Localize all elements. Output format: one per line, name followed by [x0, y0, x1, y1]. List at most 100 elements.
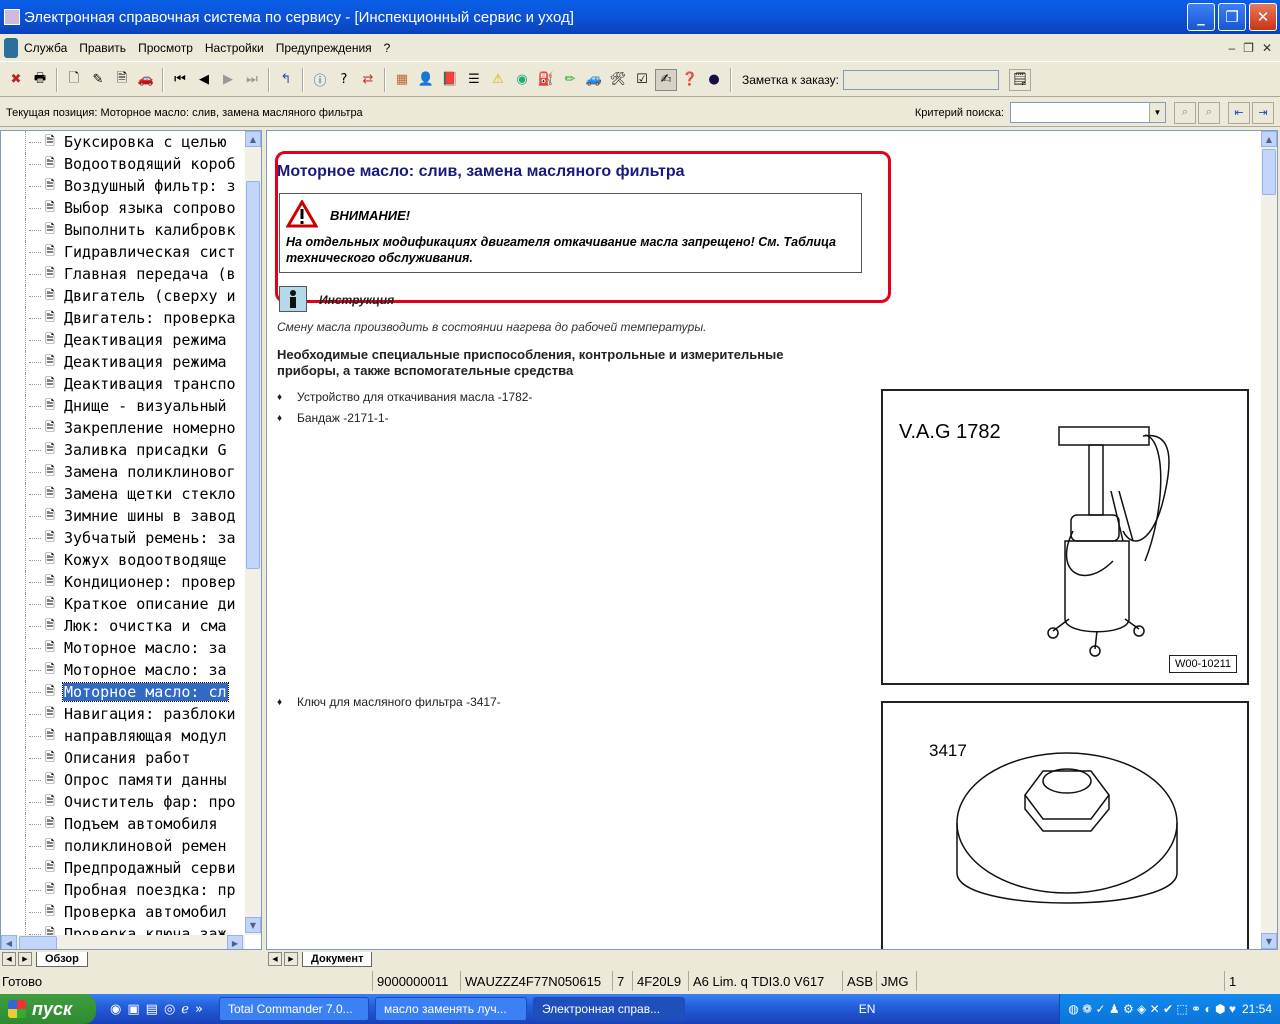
tree-item[interactable]: 🗎 Гидравлическая сист [1, 241, 245, 263]
checklist-icon[interactable]: ☑ [631, 69, 653, 91]
search-back-icon[interactable]: ⌕ [1198, 101, 1220, 124]
new-doc-icon[interactable]: 🗋 [63, 69, 85, 91]
book-icon[interactable]: 📕 [439, 69, 461, 91]
tree-item[interactable]: 🗎 Предпродажный серви [1, 857, 245, 879]
tab-prev-icon[interactable]: ◀ [2, 952, 16, 966]
tree-item[interactable]: 🗎 Кожух водоотводяще [1, 549, 245, 571]
tree-item[interactable]: 🗎 Зубчатый ремень: за [1, 527, 245, 549]
car-icon[interactable]: 🚗 [135, 69, 157, 91]
question-doc-icon[interactable]: ❓ [679, 69, 701, 91]
tree-item[interactable]: 🗎 Краткое описание ди [1, 593, 245, 615]
swap-icon[interactable]: ⇄ [357, 69, 379, 91]
tree-item[interactable]: 🗎 Днище - визуальный [1, 395, 245, 417]
info-icon[interactable]: ⓘ [309, 69, 331, 91]
last-icon[interactable]: ⏭ [241, 69, 263, 91]
warning-icon[interactable]: ⚠ [487, 69, 509, 91]
tab-prev-icon[interactable]: ◀ [268, 952, 282, 966]
tree-item[interactable]: 🗎 Навигация: разблоки [1, 703, 245, 725]
scroll-down-icon[interactable]: ▼ [1261, 933, 1277, 949]
pen-icon[interactable]: ✏ [559, 69, 581, 91]
brand-icon[interactable]: ● [703, 69, 725, 91]
up-level-icon[interactable]: ↰ [275, 69, 297, 91]
quick-launch-more-icon[interactable]: » [195, 1002, 203, 1017]
quick-launch-browser-icon[interactable]: ◎ [164, 1002, 175, 1017]
notes-icon[interactable]: 🗎 [111, 69, 133, 91]
menu-help[interactable]: ? [378, 41, 397, 55]
tab-overview[interactable]: Обзор [36, 951, 88, 967]
tree-item[interactable]: 🗎 Деактивация режима [1, 351, 245, 373]
globe-icon[interactable]: ◉ [511, 69, 533, 91]
mdi-restore-icon[interactable]: ❐ [1243, 41, 1254, 55]
scroll-right-icon[interactable]: ▶ [227, 935, 243, 949]
service-car-icon[interactable]: 🛠 [607, 69, 629, 91]
search-forward-icon[interactable]: ⌕ [1174, 101, 1196, 124]
close-button[interactable]: ✕ [1249, 3, 1277, 31]
search-combo[interactable]: ▼ [1010, 102, 1166, 123]
vehicle-icon[interactable]: 🚙 [583, 69, 605, 91]
tree-item[interactable]: 🗎 Очиститель фар: про [1, 791, 245, 813]
tree-item[interactable]: 🗎 Описания работ [1, 747, 245, 769]
chevron-down-icon[interactable]: ▼ [1149, 103, 1165, 122]
menu-service[interactable]: Служба [18, 41, 73, 55]
tab-next-icon[interactable]: ▶ [284, 952, 298, 966]
tree-item[interactable]: 🗎 Опрос памяти данны [1, 769, 245, 791]
minimize-button[interactable]: _ [1187, 3, 1215, 31]
quick-launch-skype-icon[interactable]: ◉ [110, 1002, 121, 1017]
start-button[interactable]: пуск [0, 994, 96, 1024]
tree-item[interactable]: 🗎 Главная передача (в [1, 263, 245, 285]
tree-item[interactable]: 🗎 поликлиновой ремен [1, 835, 245, 857]
tree-item[interactable]: 🗎 Замена поликлиновог [1, 461, 245, 483]
expand-icon[interactable]: ⇥ [1252, 101, 1274, 124]
tree-item[interactable]: 🗎 Моторное масло: за [1, 637, 245, 659]
collapse-icon[interactable]: ⇤ [1228, 101, 1250, 124]
tree-item[interactable]: 🗎 Подъем автомобиля [1, 813, 245, 835]
quick-launch-app-icon[interactable]: ▤ [146, 1002, 158, 1017]
tree-item[interactable]: 🗎 Буксировка с целью [1, 131, 245, 153]
prev-icon[interactable]: ◀ [193, 69, 215, 91]
tree-item[interactable]: 🗎 Люк: очистка и сма [1, 615, 245, 637]
inspection-icon[interactable]: ✍ [655, 68, 677, 91]
scroll-up-icon[interactable]: ▲ [1261, 131, 1277, 147]
tab-document[interactable]: Документ [302, 951, 373, 967]
scroll-thumb[interactable] [1262, 149, 1276, 195]
exit-icon[interactable]: ✖ [5, 69, 27, 91]
tree-item[interactable]: 🗎 направляющая модул [1, 725, 245, 747]
tree-scrollbar[interactable]: ▲ ▼ [245, 131, 261, 935]
tree-item[interactable]: 🗎 Кондиционер: провер [1, 571, 245, 593]
scroll-down-icon[interactable]: ▼ [245, 917, 261, 933]
note-field[interactable] [842, 69, 999, 90]
menu-warnings[interactable]: Предупреждения [270, 41, 378, 55]
language-indicator[interactable]: EN [859, 1002, 876, 1016]
menu-view[interactable]: Просмотр [132, 41, 199, 55]
document-scrollbar[interactable]: ▲ ▼ [1261, 131, 1277, 949]
tree-item[interactable]: 🗎 Деактивация режима [1, 329, 245, 351]
tree-item[interactable]: 🗎 Воздушный фильтр: з [1, 175, 245, 197]
maximize-button[interactable]: ❐ [1218, 3, 1246, 31]
mdi-close-icon[interactable]: ✕ [1262, 41, 1272, 55]
tree-item[interactable]: 🗎 Проверка автомобил [1, 901, 245, 923]
mdi-minimize-icon[interactable]: – [1228, 41, 1235, 55]
tree-item[interactable]: 🗎 Моторное масло: за [1, 659, 245, 681]
edit-doc-icon[interactable]: ✎ [87, 69, 109, 91]
tree-item[interactable]: 🗎 Моторное масло: сл [1, 681, 245, 703]
task-total-commander[interactable]: Total Commander 7.0... [218, 997, 369, 1021]
tree-item[interactable]: 🗎 Двигатель: проверка [1, 307, 245, 329]
next-icon[interactable]: ▶ [217, 69, 239, 91]
scroll-thumb[interactable] [246, 181, 260, 569]
tree-item[interactable]: 🗎 Закрепление номерно [1, 417, 245, 439]
tree-item[interactable]: 🗎 Пробная поездка: пр [1, 879, 245, 901]
note-edit-icon[interactable]: 🗒 [1008, 68, 1031, 91]
tab-next-icon[interactable]: ▶ [18, 952, 32, 966]
tree-item[interactable]: 🗎 Выбор языка сопрово [1, 197, 245, 219]
tree-item[interactable]: 🗎 Заливка присадки G [1, 439, 245, 461]
module-icon[interactable]: ▦ [391, 69, 413, 91]
menu-settings[interactable]: Настройки [199, 41, 270, 55]
tree-item[interactable]: 🗎 Зимние шины в завод [1, 505, 245, 527]
tree-item[interactable]: 🗎 Двигатель (сверху и [1, 285, 245, 307]
people-icon[interactable]: 👤 [415, 69, 437, 91]
quick-launch-app-icon[interactable]: ▣ [127, 1002, 139, 1017]
print-icon[interactable]: 🖶 [29, 69, 51, 91]
tray-icons[interactable]: ◍ ❁ ✓ ♟ ⚙ ◈ ✕ ✔ ⬚ ⚭ ◐ ⬢ ♥ [1068, 1002, 1236, 1016]
list-icon[interactable]: ☰ [463, 69, 485, 91]
hscroll-thumb[interactable] [19, 936, 57, 949]
